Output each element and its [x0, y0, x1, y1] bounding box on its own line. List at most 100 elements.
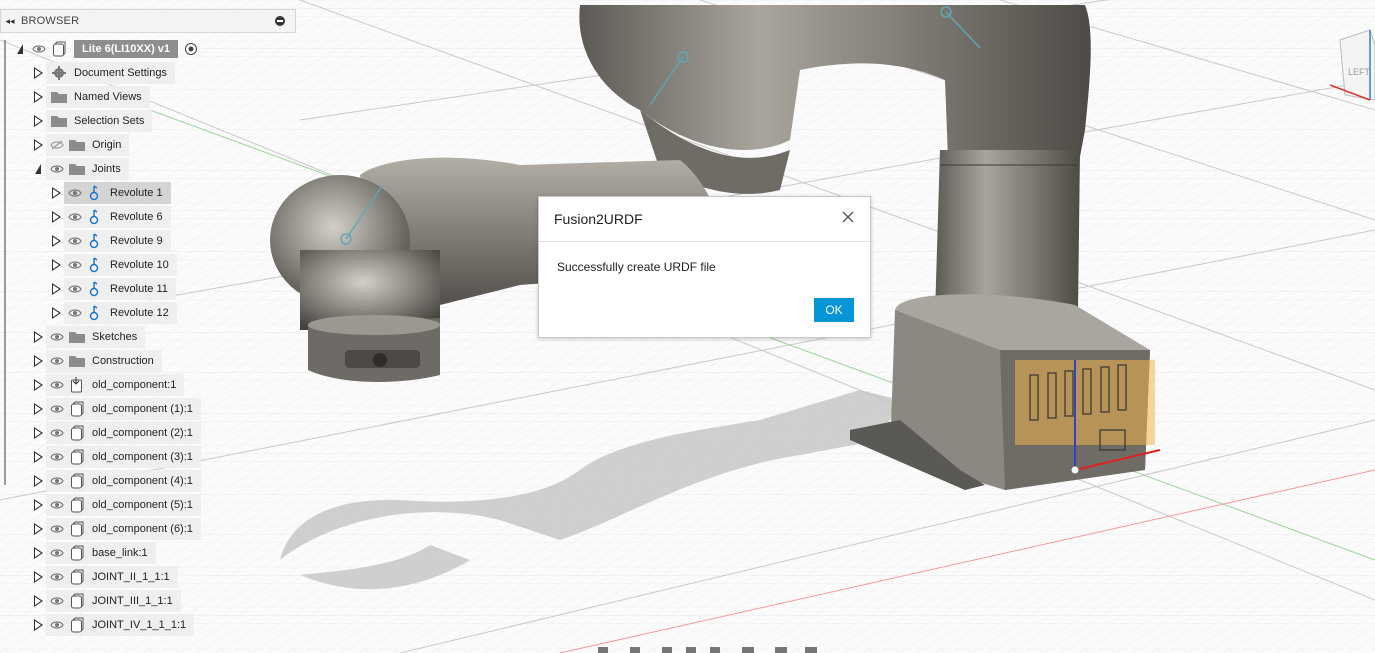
expand-triangle-icon[interactable]	[48, 182, 64, 204]
tree-item-revolute-6[interactable]: Revolute 6	[48, 206, 171, 228]
tree-item-revolute-12[interactable]: Revolute 12	[48, 302, 177, 324]
expand-triangle-icon[interactable]	[30, 134, 46, 156]
collapse-panel-icon[interactable]: ◂◂	[1, 16, 19, 27]
expand-triangle-icon[interactable]	[30, 350, 46, 372]
tree-item-revolute-1[interactable]: Revolute 1	[48, 182, 171, 204]
tree-item-old-component-4-1[interactable]: old_component (4):1	[30, 470, 201, 492]
tree-item-body[interactable]: Selection Sets	[46, 110, 153, 132]
visibility-eye-icon[interactable]	[68, 186, 82, 200]
tree-item-origin[interactable]: Origin	[30, 134, 130, 156]
visibility-eye-icon[interactable]	[50, 474, 64, 488]
tree-item-base-link-1[interactable]: base_link:1	[30, 542, 156, 564]
tree-item-joint-iii-1-1[interactable]: JOINT_III_1_1:1	[30, 590, 181, 612]
tree-item-named-views[interactable]: Named Views	[30, 86, 150, 108]
visibility-eye-icon[interactable]	[50, 450, 64, 464]
tree-item-old-component-1-1[interactable]: old_component (1):1	[30, 398, 201, 420]
ok-button[interactable]: OK	[814, 298, 854, 322]
tree-item-body[interactable]: old_component (3):1	[46, 446, 201, 468]
tree-item-body[interactable]: Revolute 11	[64, 278, 176, 300]
close-icon[interactable]	[840, 209, 856, 225]
tree-item-body[interactable]: Construction	[46, 350, 162, 372]
expand-triangle-icon[interactable]	[30, 566, 46, 588]
visibility-eye-icon[interactable]	[68, 234, 82, 248]
expand-triangle-icon[interactable]	[30, 542, 46, 564]
tree-item-body[interactable]: old_component (2):1	[46, 422, 201, 444]
tree-item-body[interactable]: Revolute 9	[64, 230, 171, 252]
expand-triangle-icon[interactable]	[30, 590, 46, 612]
visibility-eye-icon[interactable]	[68, 282, 82, 296]
tree-item-sketches[interactable]: Sketches	[30, 326, 146, 348]
tree-item-body[interactable]: old_component (4):1	[46, 470, 201, 492]
tree-item-body[interactable]: Revolute 6	[64, 206, 171, 228]
expand-triangle-icon[interactable]	[30, 518, 46, 540]
tree-item-body[interactable]: Revolute 1	[64, 182, 171, 204]
collapse-triangle-icon[interactable]	[12, 38, 28, 60]
minimize-icon[interactable]	[275, 16, 285, 26]
expand-triangle-icon[interactable]	[48, 206, 64, 228]
tree-item-body[interactable]: Sketches	[46, 326, 146, 348]
visibility-eye-icon[interactable]	[68, 258, 82, 272]
visibility-eye-icon[interactable]	[50, 354, 64, 368]
visibility-eye-icon[interactable]	[50, 330, 64, 344]
tree-item-body[interactable]: JOINT_IV_1_1_1:1	[46, 614, 195, 636]
tree-item-revolute-9[interactable]: Revolute 9	[48, 230, 171, 252]
tree-item-body[interactable]: JOINT_III_1_1:1	[46, 590, 181, 612]
tree-item-body[interactable]: Named Views	[46, 86, 150, 108]
tree-item-body[interactable]: JOINT_II_1_1:1	[46, 566, 178, 588]
tree-item-revolute-11[interactable]: Revolute 11	[48, 278, 176, 300]
visibility-eye-icon[interactable]	[50, 570, 64, 584]
tree-item-body[interactable]: old_component (1):1	[46, 398, 201, 420]
tree-item-joints[interactable]: Joints	[30, 158, 129, 180]
expand-triangle-icon[interactable]	[48, 230, 64, 252]
expand-triangle-icon[interactable]	[30, 494, 46, 516]
collapse-triangle-icon[interactable]	[30, 158, 46, 180]
tree-item-body[interactable]: old_component (5):1	[46, 494, 201, 516]
tree-item-body[interactable]: Origin	[46, 134, 130, 156]
expand-triangle-icon[interactable]	[48, 254, 64, 276]
visibility-eye-icon[interactable]	[50, 594, 64, 608]
visibility-eye-icon[interactable]	[50, 522, 64, 536]
tree-item-body[interactable]: base_link:1	[46, 542, 156, 564]
tree-item-body[interactable]: Joints	[46, 158, 129, 180]
expand-triangle-icon[interactable]	[48, 302, 64, 324]
viewcube-face-label[interactable]: LEFT	[1348, 67, 1371, 77]
tree-root-row[interactable]: Lite 6(LI10XX) v1	[12, 38, 206, 60]
tree-item-construction[interactable]: Construction	[30, 350, 162, 372]
visibility-eye-icon[interactable]	[50, 546, 64, 560]
expand-triangle-icon[interactable]	[30, 62, 46, 84]
visibility-hidden-icon[interactable]	[50, 138, 64, 152]
visibility-eye-icon[interactable]	[50, 498, 64, 512]
tree-item-old-component-5-1[interactable]: old_component (5):1	[30, 494, 201, 516]
expand-triangle-icon[interactable]	[30, 110, 46, 132]
visibility-eye-icon[interactable]	[68, 210, 82, 224]
visibility-eye-icon[interactable]	[50, 378, 64, 392]
tree-item-body[interactable]: Revolute 12	[64, 302, 177, 324]
activate-radio-icon[interactable]	[182, 40, 200, 58]
expand-triangle-icon[interactable]	[30, 614, 46, 636]
tree-item-body[interactable]: old_component (6):1	[46, 518, 201, 540]
tree-item-old-component-6-1[interactable]: old_component (6):1	[30, 518, 201, 540]
expand-triangle-icon[interactable]	[48, 278, 64, 300]
expand-triangle-icon[interactable]	[30, 398, 46, 420]
tree-item-old-component-3-1[interactable]: old_component (3):1	[30, 446, 201, 468]
visibility-eye-icon[interactable]	[50, 618, 64, 632]
expand-triangle-icon[interactable]	[30, 470, 46, 492]
tree-item-body[interactable]: old_component:1	[46, 374, 185, 396]
expand-triangle-icon[interactable]	[30, 86, 46, 108]
expand-triangle-icon[interactable]	[30, 326, 46, 348]
expand-triangle-icon[interactable]	[30, 422, 46, 444]
tree-item-old-component-2-1[interactable]: old_component (2):1	[30, 422, 201, 444]
tree-item-old-component-1[interactable]: old_component:1	[30, 374, 185, 396]
visibility-eye-icon[interactable]	[50, 426, 64, 440]
tree-item-joint-iv-1-1-1[interactable]: JOINT_IV_1_1_1:1	[30, 614, 195, 636]
tree-item-joint-ii-1-1[interactable]: JOINT_II_1_1:1	[30, 566, 178, 588]
tree-item-selection-sets[interactable]: Selection Sets	[30, 110, 153, 132]
visibility-eye-icon[interactable]	[68, 306, 82, 320]
expand-triangle-icon[interactable]	[30, 374, 46, 396]
visibility-eye-icon[interactable]	[50, 162, 64, 176]
tree-item-body[interactable]: Document Settings	[46, 62, 175, 84]
tree-item-document-settings[interactable]: Document Settings	[30, 62, 175, 84]
expand-triangle-icon[interactable]	[30, 446, 46, 468]
visibility-eye-icon[interactable]	[50, 402, 64, 416]
tree-item-body[interactable]: Revolute 10	[64, 254, 177, 276]
